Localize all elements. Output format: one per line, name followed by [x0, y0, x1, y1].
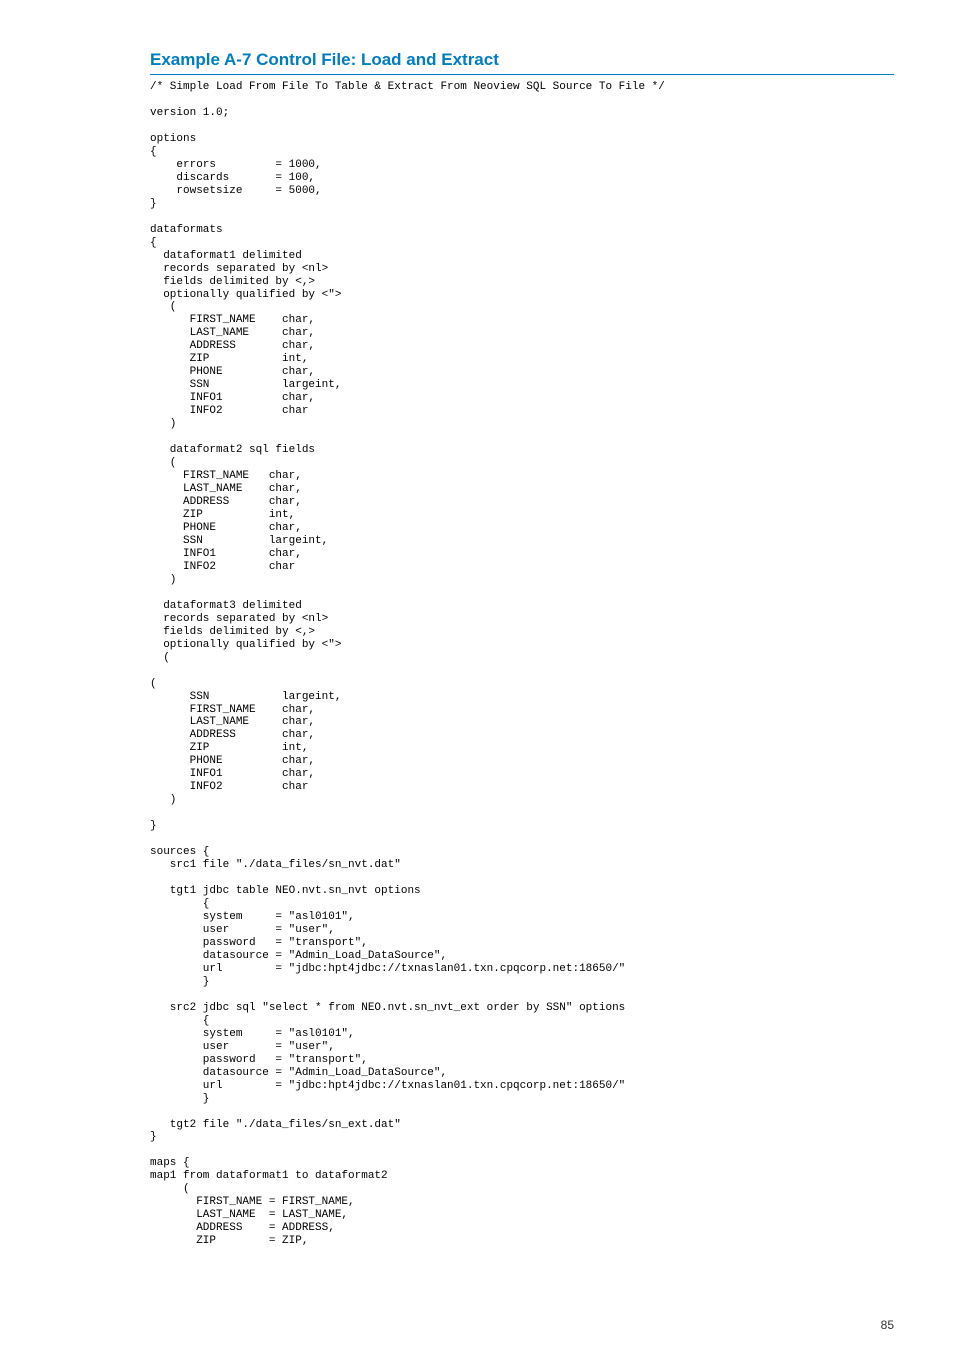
page-number: 85: [0, 1288, 954, 1352]
code-block: /* Simple Load From File To Table & Extr…: [150, 81, 894, 1248]
title-rule: [150, 74, 894, 75]
example-title: Example A-7 Control File: Load and Extra…: [150, 50, 894, 70]
